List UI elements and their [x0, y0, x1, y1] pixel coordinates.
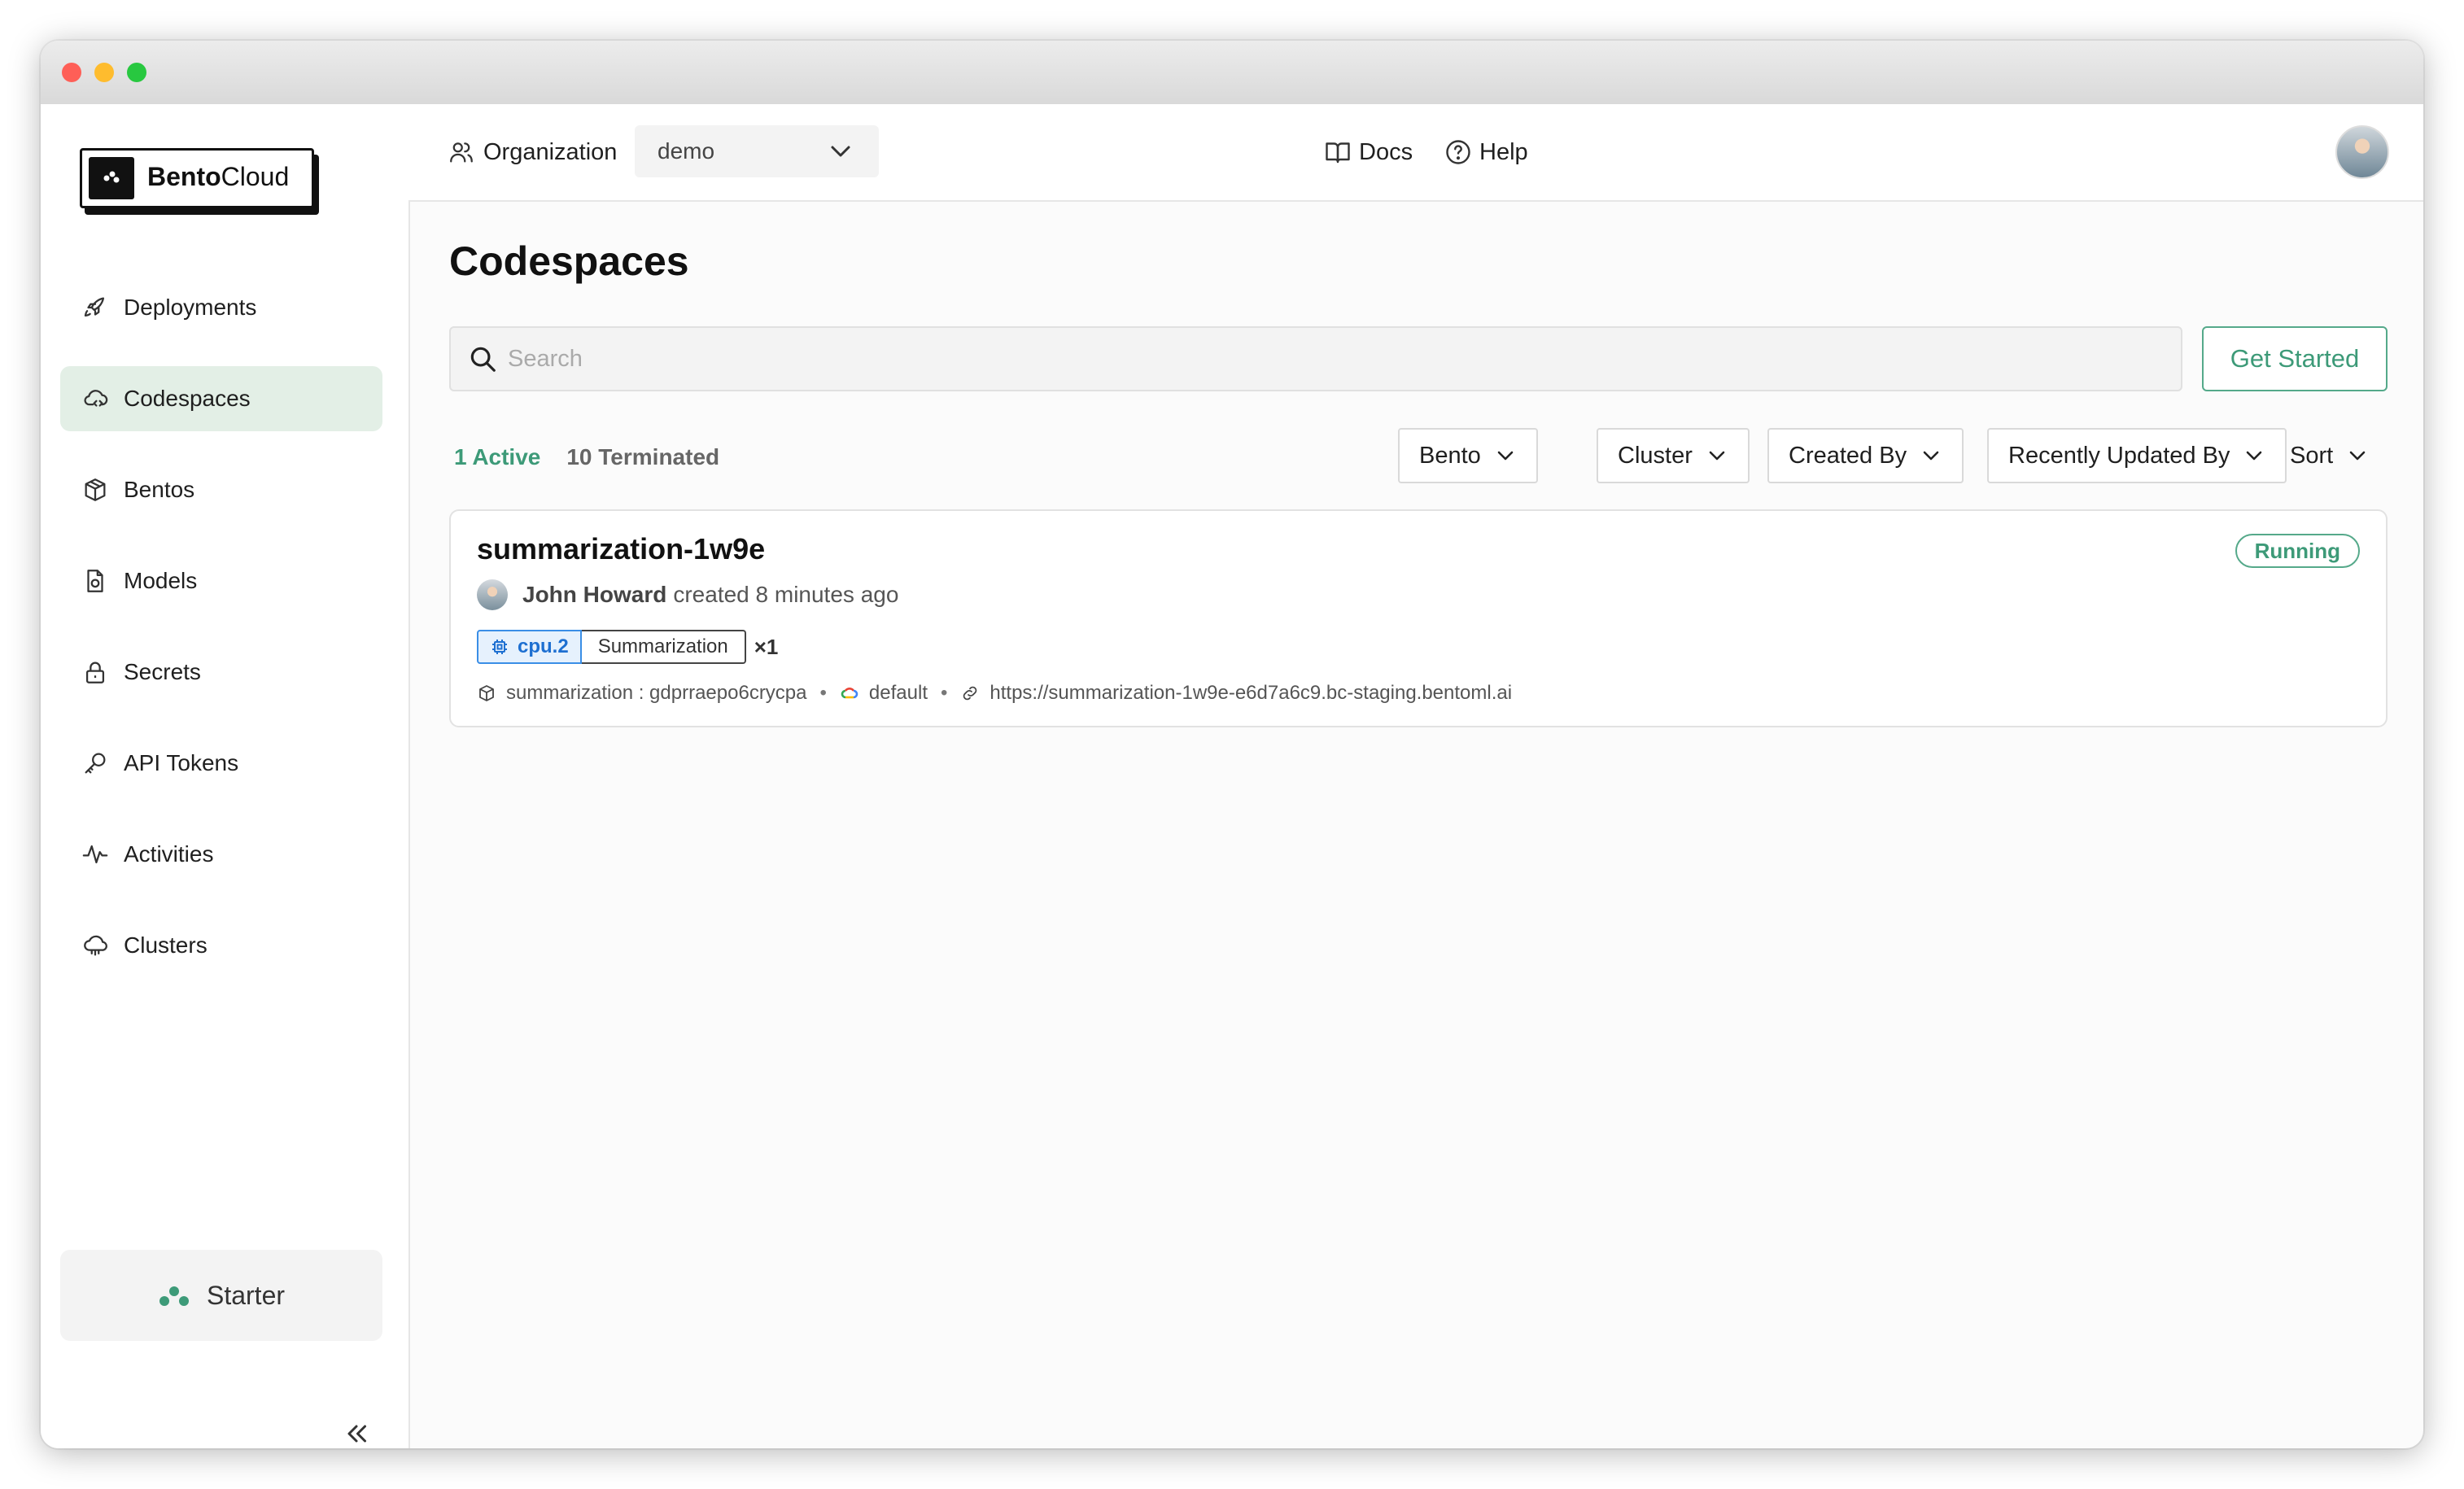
separator-dot: •: [819, 682, 827, 704]
sidebar-item-label: Clusters: [124, 932, 208, 958]
created-by-filter[interactable]: Created By: [1767, 428, 1964, 483]
sidebar-item-activities[interactable]: Activities: [60, 822, 382, 887]
resource-tags: cpu.2 Summarization ×1: [477, 630, 778, 664]
chevron-down-icon: [2247, 451, 2262, 461]
creator-info: John Howard created 8 minutes ago: [477, 579, 898, 610]
double-chevron-left-icon: [347, 1425, 366, 1443]
sort-dropdown[interactable]: Sort: [2270, 428, 2388, 483]
separator-dot: •: [940, 682, 948, 704]
plan-label: Starter: [206, 1280, 286, 1310]
collapse-sidebar-button[interactable]: [337, 1416, 376, 1448]
link-icon: [963, 686, 977, 701]
sidebar-item-deployments[interactable]: Deployments: [60, 275, 382, 340]
app-window: BentoCloud Deployments Codespaces Bentos…: [41, 41, 2423, 1448]
status-tabs: 1 Active 10 Terminated: [454, 444, 745, 470]
box-icon: [85, 478, 106, 501]
search-input[interactable]: [506, 344, 2056, 373]
sidebar-item-label: Models: [124, 568, 198, 593]
chevron-down-icon: [831, 146, 850, 157]
sidebar-item-label: Deployments: [124, 295, 257, 320]
sidebar-item-label: Activities: [124, 841, 214, 867]
title-bar: [41, 41, 2423, 106]
search-icon: [470, 347, 496, 372]
get-started-button[interactable]: Get Started: [2202, 326, 2388, 391]
activity-icon: [82, 845, 108, 864]
tab-terminated[interactable]: 10 Terminated: [566, 444, 719, 470]
codespace-card[interactable]: summarization-1w9e Running John Howard c…: [449, 509, 2388, 727]
sidebar-item-label: API Tokens: [124, 750, 239, 775]
bento-reference[interactable]: summarization : gdprraepo6crycpa: [506, 682, 807, 705]
google-cloud-icon: [841, 688, 858, 699]
sidebar-item-secrets[interactable]: Secrets: [60, 640, 382, 705]
sidebar-item-clusters[interactable]: Clusters: [60, 913, 382, 978]
created-time: created 8 minutes ago: [673, 582, 899, 607]
organization-label: Organization: [448, 133, 617, 171]
chevron-down-icon: [1923, 451, 1939, 461]
creator-avatar: [477, 579, 508, 610]
help-circle-icon: [1446, 140, 1470, 164]
bentocloud-logo[interactable]: BentoCloud: [80, 148, 316, 212]
chevron-down-icon: [1709, 451, 1725, 461]
chip-icon: [492, 640, 507, 654]
lock-icon: [85, 662, 105, 683]
sidebar-item-models[interactable]: Models: [60, 548, 382, 614]
sidebar-item-label: Codespaces: [124, 386, 251, 411]
creator-name: John Howard: [522, 582, 667, 607]
status-badge: Running: [2235, 534, 2360, 568]
chevron-down-icon: [2349, 451, 2366, 461]
cluster-name[interactable]: default: [869, 682, 928, 705]
sidebar-item-api-tokens[interactable]: API Tokens: [60, 731, 382, 796]
book-icon: [1326, 142, 1350, 164]
sidebar: BentoCloud Deployments Codespaces Bentos…: [41, 104, 410, 1448]
bento-logo-icon: [89, 157, 134, 199]
sidebar-nav: Deployments Codespaces Bentos Models Sec…: [60, 275, 382, 1004]
recently-updated-by-filter[interactable]: Recently Updated By: [1987, 428, 2287, 483]
sidebar-item-label: Bentos: [124, 477, 195, 502]
help-link[interactable]: Help: [1444, 133, 1528, 171]
model-tag: Summarization: [581, 630, 746, 664]
user-avatar[interactable]: [2335, 125, 2389, 179]
endpoint-url[interactable]: https://summarization-1w9e-e6d7a6c9.bc-s…: [990, 682, 1512, 705]
codespace-name[interactable]: summarization-1w9e: [477, 532, 765, 566]
tab-active[interactable]: 1 Active: [454, 444, 540, 470]
search-bar[interactable]: [449, 326, 2182, 391]
sidebar-item-codespaces[interactable]: Codespaces: [60, 366, 382, 431]
plan-badge[interactable]: Starter: [60, 1250, 382, 1341]
starter-icon: [159, 1286, 189, 1306]
model-file-icon: [87, 570, 103, 592]
close-window-button[interactable]: [62, 63, 81, 82]
minimize-window-button[interactable]: [94, 63, 114, 82]
sidebar-item-bentos[interactable]: Bentos: [60, 457, 382, 522]
cluster-icon: [84, 935, 107, 956]
replica-count: ×1: [754, 634, 779, 659]
cluster-filter[interactable]: Cluster: [1597, 428, 1750, 483]
organization-select[interactable]: demo: [635, 125, 879, 177]
maximize-window-button[interactable]: [127, 63, 146, 82]
logo-text: BentoCloud: [147, 162, 290, 191]
box-icon: [479, 685, 494, 701]
cloud-code-icon: [84, 390, 108, 407]
top-bar: Organization demo Docs Help: [408, 104, 2423, 202]
rocket-icon: [84, 297, 105, 317]
page-title: Codespaces: [449, 238, 689, 284]
bento-filter[interactable]: Bento: [1398, 428, 1538, 483]
chevron-down-icon: [1497, 451, 1514, 461]
codespace-meta: summarization : gdprraepo6crycpa • defau…: [477, 682, 1512, 705]
users-icon: [450, 142, 473, 163]
cpu-tag: cpu.2: [477, 630, 582, 664]
key-icon: [85, 753, 106, 774]
sidebar-item-label: Secrets: [124, 659, 201, 684]
docs-link[interactable]: Docs: [1323, 133, 1413, 171]
